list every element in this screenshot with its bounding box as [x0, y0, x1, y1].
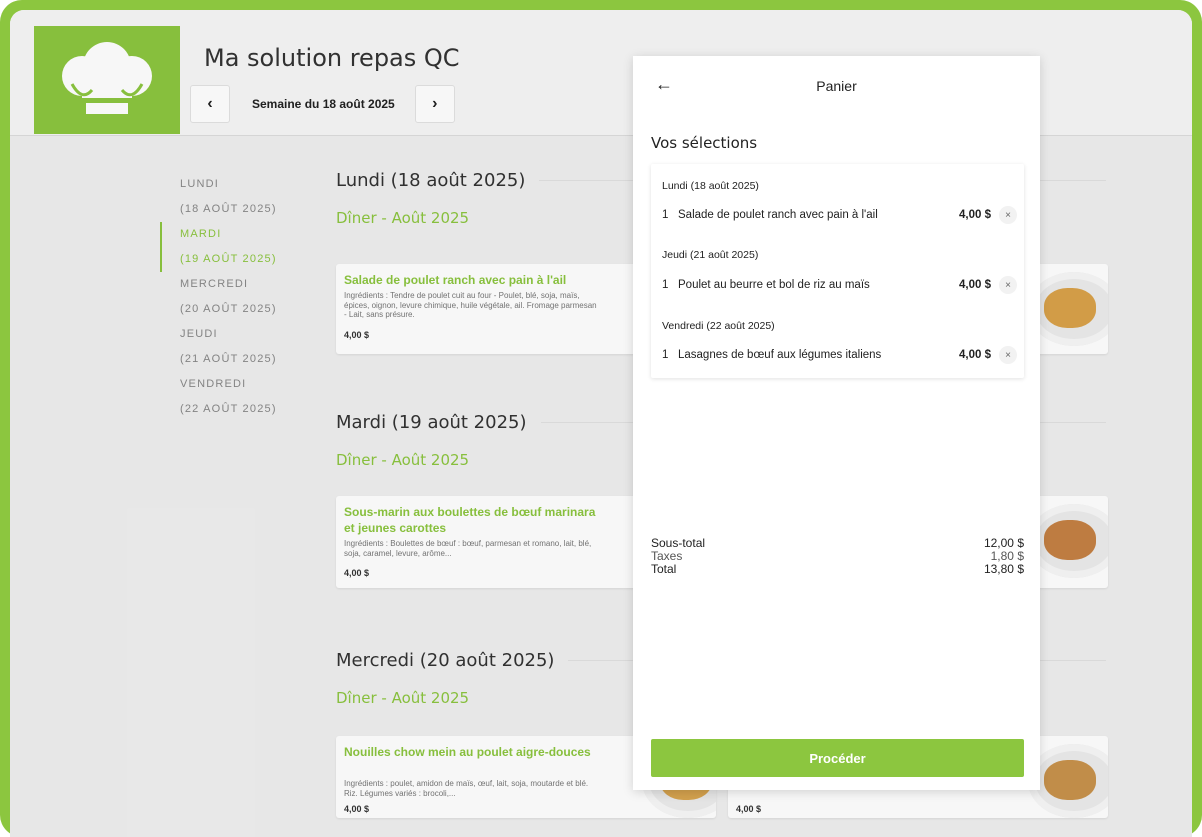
remove-item-button[interactable]: × — [999, 276, 1017, 294]
item-quantity: 1 — [662, 349, 669, 361]
total-value: 13,80 $ — [983, 562, 1024, 576]
selection-item: 1 Lasagnes de bœuf aux légumes italiens … — [662, 345, 1017, 365]
cart-panel: ← Panier Vos sélections Lundi (18 août 2… — [633, 56, 1040, 790]
selection-item: 1 Salade de poulet ranch avec pain à l'a… — [662, 205, 1017, 225]
item-name: Poulet au beurre et bol de riz au maïs — [678, 279, 870, 291]
selection-day: Lundi (18 août 2025) — [662, 180, 759, 192]
proceed-button[interactable]: Procéder — [651, 739, 1024, 777]
close-icon: × — [1005, 349, 1011, 361]
subtotal-row: Sous-total 12,00 $ — [651, 537, 1024, 550]
close-icon: × — [1005, 209, 1011, 221]
selection-day: Jeudi (21 août 2025) — [662, 249, 759, 261]
selection-item: 1 Poulet au beurre et bol de riz au maïs… — [662, 275, 1017, 295]
remove-item-button[interactable]: × — [999, 346, 1017, 364]
selection-day: Vendredi (22 août 2025) — [662, 320, 775, 332]
cart-subtitle: Vos sélections — [651, 134, 758, 152]
item-price: 4,00 $ — [959, 349, 991, 361]
item-name: Salade de poulet ranch avec pain à l'ail — [678, 209, 878, 221]
total-label: Total — [651, 562, 677, 576]
item-name: Lasagnes de bœuf aux légumes italiens — [678, 349, 882, 361]
close-icon: × — [1005, 279, 1011, 291]
taxes-row: Taxes 1,80 $ — [651, 550, 1024, 563]
item-price: 4,00 $ — [959, 209, 991, 221]
selection-list: Lundi (18 août 2025) 1 Salade de poulet … — [651, 164, 1024, 378]
app-window: Ma solution repas QC ‹ Semaine du 18 aoû… — [10, 10, 1192, 837]
cart-title: Panier — [816, 78, 857, 94]
item-quantity: 1 — [662, 279, 669, 291]
item-quantity: 1 — [662, 209, 669, 221]
remove-item-button[interactable]: × — [999, 206, 1017, 224]
total-row: Total 13,80 $ — [651, 563, 1024, 576]
item-price: 4,00 $ — [959, 279, 991, 291]
app-frame: Ma solution repas QC ‹ Semaine du 18 aoû… — [0, 0, 1202, 837]
cart-totals: Sous-total 12,00 $ Taxes 1,80 $ Total 13… — [651, 537, 1024, 576]
